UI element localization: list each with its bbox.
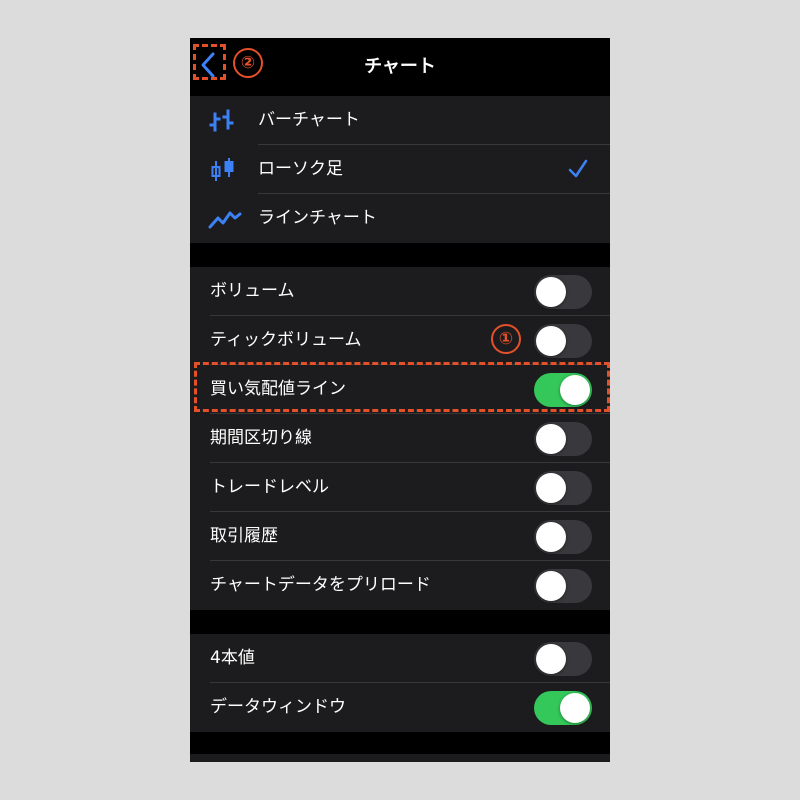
volume-toggle[interactable]	[534, 275, 592, 309]
preload-chart-data-row: チャートデータをプリロード	[190, 561, 610, 610]
toggle-knob	[560, 693, 590, 723]
line-chart-icon	[208, 211, 242, 229]
tick-volume-toggle[interactable]	[534, 324, 592, 358]
toggle-knob	[536, 522, 566, 552]
ohlc-toggle[interactable]	[534, 642, 592, 676]
annotation-box-ask-line	[194, 362, 610, 412]
trade-levels-row: トレードレベル	[190, 463, 610, 512]
period-separator-toggle[interactable]	[534, 422, 592, 456]
trade-history-row: 取引履歴	[190, 512, 610, 561]
window-settings-group: 4本値 データウィンドウ	[190, 634, 610, 732]
preload-chart-data-toggle[interactable]	[534, 569, 592, 603]
chart-type-label: ラインチャート	[258, 208, 377, 228]
chart-type-line[interactable]: ラインチャート	[190, 194, 610, 243]
chart-type-label: ローソク足	[258, 159, 343, 179]
checkmark-icon	[568, 159, 588, 178]
display-settings-group: ボリューム ティックボリューム 買い気配値ライン 期間区切り線 トレードレベル …	[190, 267, 610, 610]
chart-type-candlestick[interactable]: ローソク足	[190, 145, 610, 194]
bar-chart-icon	[209, 109, 234, 132]
chart-type-label: バーチャート	[258, 110, 360, 130]
toggle-knob	[536, 326, 566, 356]
setting-label: 期間区切り線	[210, 428, 312, 448]
candlestick-icon	[211, 158, 234, 181]
toggle-knob	[536, 571, 566, 601]
volume-row: ボリューム	[190, 267, 610, 316]
annotation-number-2: ②	[233, 48, 263, 78]
setting-label: 4本値	[210, 648, 255, 668]
setting-label: データウィンドウ	[210, 697, 346, 717]
chart-type-group: バーチャート ローソク足 ラインチャート	[190, 96, 610, 243]
setting-label: ボリューム	[210, 281, 295, 301]
setting-label: チャートデータをプリロード	[210, 575, 431, 595]
next-group-edge	[190, 754, 610, 762]
annotation-number-1: ①	[491, 324, 521, 354]
chart-type-bar[interactable]: バーチャート	[190, 96, 610, 145]
toggle-knob	[536, 473, 566, 503]
toggle-knob	[536, 424, 566, 454]
data-window-row: データウィンドウ	[190, 683, 610, 732]
period-separator-row: 期間区切り線	[190, 414, 610, 463]
setting-label: トレードレベル	[210, 477, 329, 497]
setting-label: ティックボリューム	[210, 330, 362, 350]
trade-history-toggle[interactable]	[534, 520, 592, 554]
setting-label: 取引履歴	[210, 526, 278, 546]
trade-levels-toggle[interactable]	[534, 471, 592, 505]
ohlc-row: 4本値	[190, 634, 610, 683]
toggle-knob	[536, 277, 566, 307]
tick-volume-row: ティックボリューム	[190, 316, 610, 365]
annotation-box-back	[193, 44, 226, 80]
toggle-knob	[536, 644, 566, 674]
data-window-toggle[interactable]	[534, 691, 592, 725]
